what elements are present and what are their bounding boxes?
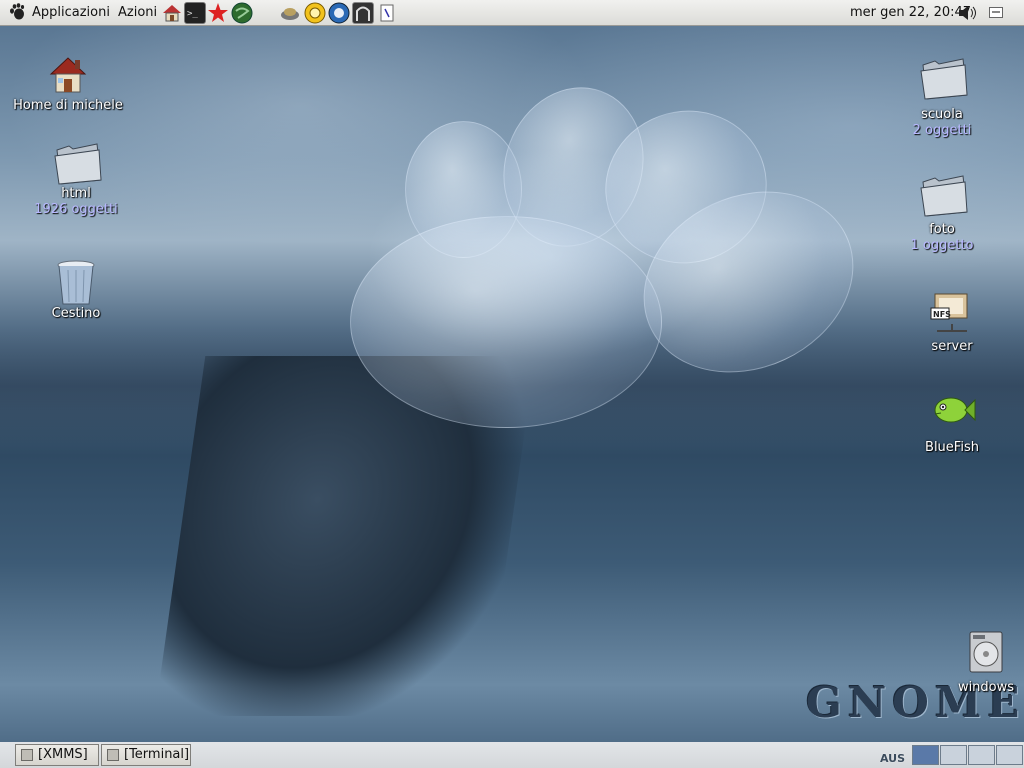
desktop-icon-label: html [61, 186, 91, 201]
menu-azioni[interactable]: Azioni [118, 5, 157, 20]
gimp-launcher-icon[interactable] [279, 2, 301, 24]
desktop-icon-bluefish[interactable]: BlueFish [887, 390, 1017, 456]
ethereal-launcher-icon[interactable] [352, 2, 374, 24]
desktop-icon-label: windows [957, 680, 1015, 695]
hard-disk-icon [961, 630, 1011, 676]
keyboard-layout-icon[interactable] [989, 7, 1003, 18]
workspace-switcher-label: AUS [880, 752, 906, 765]
window-icon [107, 749, 119, 761]
volume-icon[interactable] [957, 4, 979, 22]
terminal-launcher-icon[interactable]: >_ [184, 2, 206, 24]
desktop-icon-server[interactable]: NFS server [887, 290, 1017, 355]
svg-text:NFS: NFS [933, 310, 951, 319]
bluefish-icon [927, 390, 977, 436]
menu-applicazioni[interactable]: Applicazioni [32, 5, 110, 20]
web-launcher-icon[interactable] [231, 2, 253, 24]
desktop-icon-count: 1 oggetto [910, 238, 974, 253]
note-launcher-icon[interactable] [376, 2, 398, 24]
desktop-icon-windows[interactable]: windows [921, 630, 1024, 696]
desktop-background[interactable]: GNOME [0, 26, 1024, 742]
desktop-icon-home[interactable]: Home di michele [3, 52, 133, 114]
top-panel: Applicazioni Azioni >_ mer gen 22, 20:47 [0, 0, 1024, 26]
workspace-1[interactable] [912, 745, 939, 765]
desktop-icon-count: 1926 oggetti [34, 202, 118, 217]
folder-icon [51, 140, 102, 186]
gnome-foot-icon[interactable] [8, 3, 26, 21]
desktop-icon-scuola[interactable]: scuola 2 oggetti [877, 55, 1007, 139]
taskbar-button-xmms[interactable]: [XMMS] [15, 744, 99, 766]
workspace-3[interactable] [968, 745, 995, 765]
window-icon [21, 749, 33, 761]
desktop-icon-label: Cestino [51, 306, 101, 321]
desktop-icon-label: BlueFish [925, 440, 979, 455]
home-icon [43, 52, 93, 98]
desktop-icon-label: Home di michele [13, 98, 123, 113]
workspace-2[interactable] [940, 745, 967, 765]
desktop-icon-html[interactable]: html 1926 oggetti [11, 140, 141, 218]
taskbar-button-label: [Terminal] [124, 747, 190, 762]
trash-icon [51, 258, 101, 305]
desktop-icon-count: 2 oggetti [912, 123, 972, 138]
wallpaper-paw-pad [350, 216, 662, 428]
desktop-icon-label: scuola [921, 107, 963, 122]
svg-text:>_: >_ [187, 9, 198, 19]
home-launcher-icon[interactable] [161, 2, 183, 24]
desktop-icon-label: foto [929, 222, 955, 237]
taskbar-button-label: [XMMS] [38, 747, 88, 762]
workspace-4[interactable] [996, 745, 1023, 765]
desktop-icon-cestino[interactable]: Cestino [11, 258, 141, 322]
folder-icon [917, 172, 968, 218]
desktop-icon-label: server [931, 339, 973, 354]
desktop-icon-foto[interactable]: foto 1 oggetto [877, 172, 1007, 254]
panel-clock[interactable]: mer gen 22, 20:47 [850, 5, 971, 20]
browser-launcher-icon[interactable] [328, 2, 350, 24]
sun-launcher-icon[interactable] [304, 2, 326, 24]
taskbar-button-terminal[interactable]: [Terminal] [101, 744, 191, 766]
folder-icon [917, 55, 968, 101]
star-launcher-icon[interactable] [207, 2, 229, 24]
nfs-server-icon: NFS [927, 290, 977, 336]
